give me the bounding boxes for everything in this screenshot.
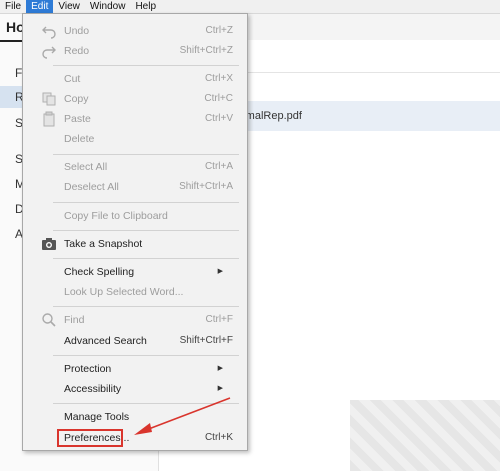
menu-item-label: Undo bbox=[64, 25, 90, 37]
menu-item-label: Protection bbox=[64, 363, 112, 375]
menu-item-label: Manage Tools bbox=[64, 411, 130, 423]
copy-icon bbox=[41, 91, 57, 107]
separator bbox=[53, 202, 239, 203]
menu-help[interactable]: Help bbox=[130, 0, 161, 13]
menu-item-label: Deselect All bbox=[64, 181, 119, 193]
menu-edit[interactable]: Edit bbox=[26, 0, 54, 13]
shortcut: Ctrl+X bbox=[204, 73, 233, 84]
menu-item-snapshot[interactable]: Take a Snapshot bbox=[23, 234, 247, 254]
submenu-arrow-icon: ▶ bbox=[217, 365, 223, 372]
preferences-highlight-box bbox=[57, 429, 123, 447]
menu-item-copy-file[interactable]: Copy File to Clipboard bbox=[23, 206, 247, 226]
shortcut: Ctrl+F bbox=[205, 314, 234, 325]
menu-item-cut[interactable]: Cut Ctrl+X bbox=[23, 69, 247, 89]
edit-menu: Undo Ctrl+Z Redo Shift+Ctrl+Z Cut Ctrl+X… bbox=[22, 13, 248, 451]
menu-item-label: Copy bbox=[64, 93, 89, 105]
separator bbox=[53, 258, 239, 259]
menu-item-label: Advanced Search bbox=[64, 335, 147, 347]
menu-item-label: Accessibility bbox=[64, 383, 122, 395]
menu-item-label: Redo bbox=[64, 45, 90, 57]
file-name[interactable]: rmalRep.pdf bbox=[242, 110, 302, 122]
menu-item-label: Take a Snapshot bbox=[64, 238, 143, 250]
separator bbox=[53, 65, 239, 66]
submenu-arrow-icon: ▶ bbox=[217, 385, 223, 392]
menu-item-find[interactable]: Find Ctrl+F bbox=[23, 310, 247, 330]
menu-item-label: Look Up Selected Word... bbox=[64, 286, 184, 298]
menu-item-label: Select All bbox=[64, 161, 108, 173]
menu-item-undo[interactable]: Undo Ctrl+Z bbox=[23, 21, 247, 41]
menu-item-delete[interactable]: Delete bbox=[23, 129, 247, 149]
menu-item-check-spelling[interactable]: Check Spelling ▶ bbox=[23, 262, 247, 282]
menu-view[interactable]: View bbox=[53, 0, 85, 13]
camera-icon bbox=[41, 236, 57, 252]
shortcut: Ctrl+Z bbox=[205, 25, 234, 36]
separator bbox=[53, 230, 239, 231]
menu-item-label: Cut bbox=[64, 73, 81, 85]
search-icon bbox=[41, 312, 57, 328]
shortcut: Shift+Ctrl+Z bbox=[179, 45, 233, 56]
shortcut: Ctrl+A bbox=[204, 161, 233, 172]
shortcut: Shift+Ctrl+A bbox=[179, 181, 233, 192]
redo-icon bbox=[41, 43, 57, 59]
menu-item-label: Delete bbox=[64, 133, 95, 145]
menu-item-look-up[interactable]: Look Up Selected Word... bbox=[23, 282, 247, 302]
submenu-arrow-icon: ▶ bbox=[217, 268, 223, 275]
pixelated-area bbox=[350, 400, 500, 471]
menu-item-label: Paste bbox=[64, 113, 91, 125]
menu-item-label: Copy File to Clipboard bbox=[64, 210, 168, 222]
menu-item-label: Find bbox=[64, 314, 85, 326]
shortcut: Ctrl+K bbox=[204, 432, 233, 443]
menu-item-select-all[interactable]: Select All Ctrl+A bbox=[23, 157, 247, 177]
menu-item-protection[interactable]: Protection ▶ bbox=[23, 359, 247, 379]
menu-item-deselect-all[interactable]: Deselect All Shift+Ctrl+A bbox=[23, 177, 247, 197]
menu-file[interactable]: File bbox=[0, 0, 26, 13]
separator bbox=[53, 154, 239, 155]
shortcut: Shift+Ctrl+F bbox=[179, 335, 233, 346]
menu-item-copy[interactable]: Copy Ctrl+C bbox=[23, 89, 247, 109]
menu-item-advanced-search[interactable]: Advanced Search Shift+Ctrl+F bbox=[23, 331, 247, 351]
menu-item-manage-tools[interactable]: Manage Tools bbox=[23, 407, 247, 427]
menu-window[interactable]: Window bbox=[85, 0, 131, 13]
menu-item-paste[interactable]: Paste Ctrl+V bbox=[23, 109, 247, 129]
shortcut: Ctrl+V bbox=[204, 113, 233, 124]
shortcut: Ctrl+C bbox=[204, 93, 233, 104]
paste-icon bbox=[41, 111, 57, 127]
undo-icon bbox=[41, 23, 57, 39]
menu-bar: File Edit View Window Help bbox=[0, 0, 500, 14]
menu-item-redo[interactable]: Redo Shift+Ctrl+Z bbox=[23, 41, 247, 61]
menu-item-accessibility[interactable]: Accessibility ▶ bbox=[23, 379, 247, 399]
separator bbox=[53, 355, 239, 356]
menu-item-label: Check Spelling bbox=[64, 266, 135, 278]
separator bbox=[53, 403, 239, 404]
separator bbox=[53, 306, 239, 307]
